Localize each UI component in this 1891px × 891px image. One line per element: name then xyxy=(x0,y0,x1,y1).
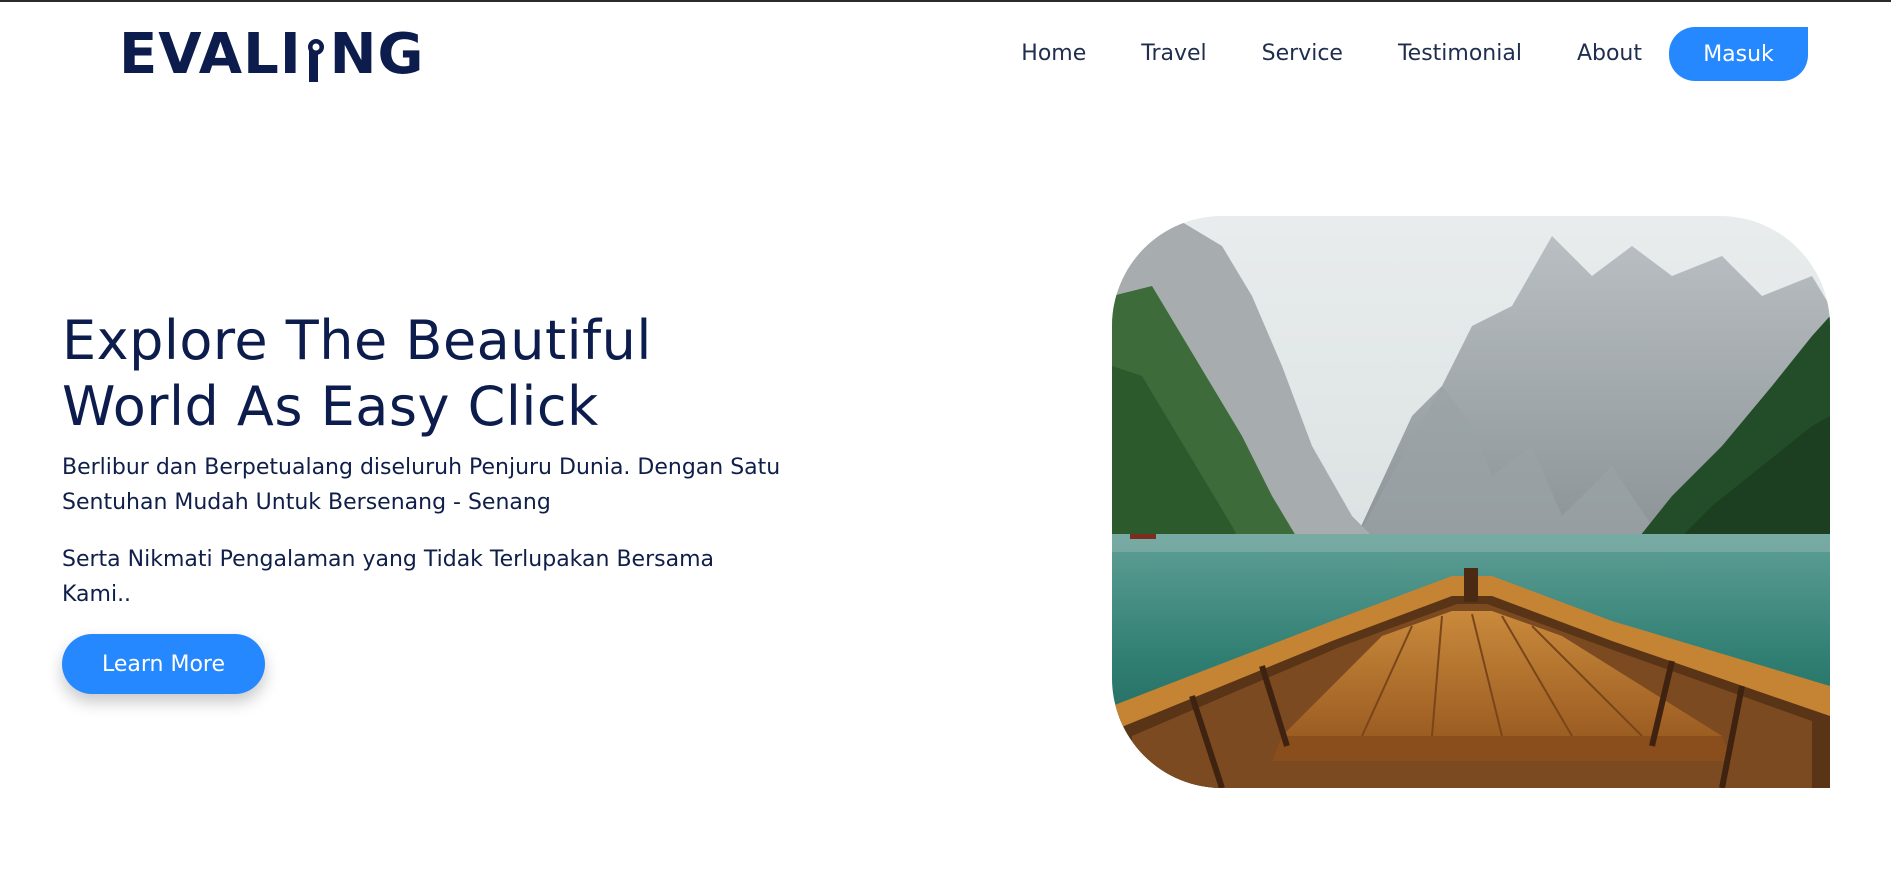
hero-title-line1: Explore The Beautiful xyxy=(62,309,652,372)
logo-text-left: EVALI xyxy=(119,22,302,87)
hero-paragraph-1: Berlibur dan Berpetualang diseluruh Penj… xyxy=(62,455,781,515)
nav-testimonial[interactable]: Testimonial xyxy=(1398,27,1522,81)
nav-about[interactable]: About xyxy=(1577,27,1642,81)
nav-service[interactable]: Service xyxy=(1262,27,1343,81)
top-border xyxy=(0,0,1891,2)
nav-travel[interactable]: Travel xyxy=(1141,27,1206,81)
hero-title-line2: World As Easy Click xyxy=(62,375,599,438)
hero-title: Explore The Beautiful World As Easy Clic… xyxy=(62,308,762,440)
login-button[interactable]: Masuk xyxy=(1669,27,1808,81)
main-nav: Home Travel Service Testimonial About Ma… xyxy=(1021,27,1808,81)
nav-home[interactable]: Home xyxy=(1021,27,1086,81)
brand-logo[interactable]: EVALI NG xyxy=(119,24,425,86)
hero-paragraph-2: Serta Nikmati Pengalaman yang Tidak Terl… xyxy=(62,547,714,607)
hero-image xyxy=(1112,216,1830,788)
location-pin-icon xyxy=(304,33,328,82)
mountain-lake-boat-photo-icon xyxy=(1112,216,1830,788)
logo-text-right: NG xyxy=(329,22,425,87)
learn-more-button[interactable]: Learn More xyxy=(62,634,265,694)
